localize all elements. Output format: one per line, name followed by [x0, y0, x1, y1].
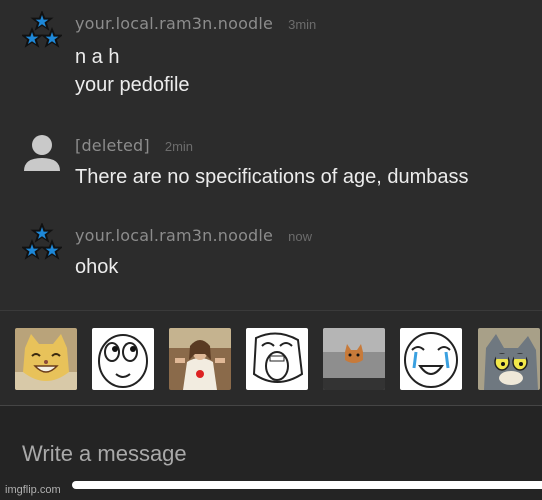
buddy-christ-sticker[interactable]: [169, 328, 231, 390]
lol-face-sticker[interactable]: [246, 328, 308, 390]
blue-stars-avatar-icon[interactable]: [20, 222, 64, 263]
imgflip-watermark: imgflip.com: [5, 484, 61, 496]
smiling-cat-sticker[interactable]: [15, 328, 77, 390]
rage-face-looking-sticker[interactable]: [92, 328, 154, 390]
message-text-line: ohok: [75, 256, 119, 278]
message-input[interactable]: [22, 436, 492, 472]
message-item: your.local.ram3n.noodle now ohok: [0, 0, 542, 300]
uncanny-tom-cat-sticker[interactable]: [478, 328, 540, 390]
message-username[interactable]: your.local.ram3n.noodle: [75, 226, 273, 245]
keyboard-progress-bar: [72, 481, 542, 489]
message-meta: your.local.ram3n.noodle now: [75, 226, 312, 245]
happy-crying-face-sticker[interactable]: [400, 328, 462, 390]
message-timestamp: now: [288, 229, 312, 244]
ceiling-cat-sticker[interactable]: [323, 328, 385, 390]
